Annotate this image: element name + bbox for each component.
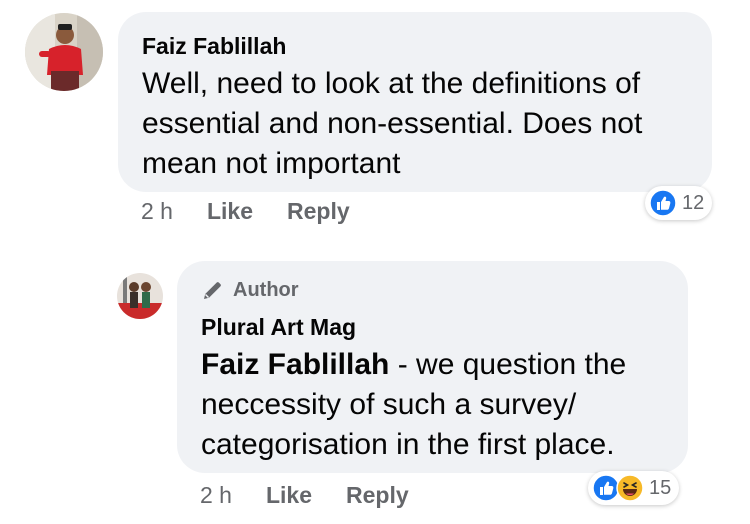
comment-bubble: Faiz Fablillah Well, need to look at the… [118,12,712,192]
reaction-count: 15 [649,476,672,499]
author-badge: Author [201,277,664,303]
tagged-profile-link[interactable]: Faiz Fablillah [201,348,389,381]
reaction-count: 12 [682,191,705,214]
comment-timestamp[interactable]: 2 h [200,482,232,509]
haha-icon [616,474,644,502]
comment-text: Faiz Fablillah - we question the neccess… [201,345,664,465]
comment-actions: 2 h Like Reply [200,482,443,509]
comment-timestamp[interactable]: 2 h [141,198,173,225]
comment-author-name[interactable]: Plural Art Mag [201,313,664,341]
like-button[interactable]: Like [266,482,312,509]
like-button[interactable]: Like [207,198,253,225]
reaction-summary[interactable]: 15 [588,471,680,505]
comment-author-name[interactable]: Faiz Fablillah [142,32,688,60]
page-avatar[interactable] [117,273,163,319]
author-badge-label: Author [233,278,299,301]
reply-button[interactable]: Reply [346,482,409,509]
reaction-summary[interactable]: 12 [645,186,713,220]
avatar-photo [117,273,163,319]
comment-actions: 2 h Like Reply [141,198,384,225]
commenter-avatar[interactable] [25,13,103,91]
avatar-photo [25,13,103,91]
pencil-icon [204,282,221,299]
comment-thread: Faiz Fablillah Well, need to look at the… [0,0,750,524]
reply-button[interactable]: Reply [287,198,350,225]
reply-bubble: Author Plural Art Mag Faiz Fablillah - w… [177,261,688,473]
comment-text: Well, need to look at the definitions of… [142,67,643,180]
like-icon [649,189,677,217]
